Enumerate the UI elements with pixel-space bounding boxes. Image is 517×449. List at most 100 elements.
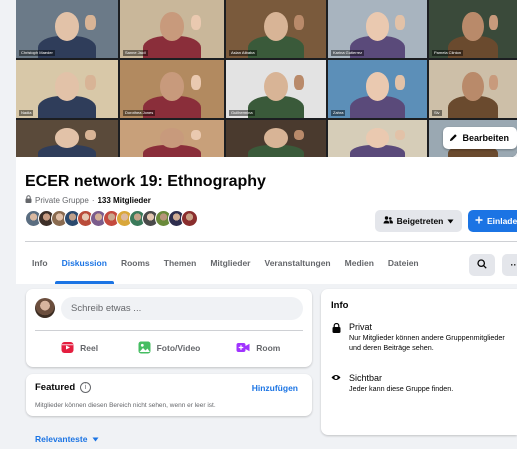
- invite-button[interactable]: Einladen: [468, 210, 517, 232]
- participant-face: [264, 128, 288, 148]
- participant-face: [462, 11, 484, 41]
- photo-icon: [138, 341, 151, 356]
- sort-dropdown[interactable]: Relevanteste: [35, 434, 99, 444]
- avatar[interactable]: [181, 210, 198, 227]
- post-composer: Schreib etwas ... Reel Foto/Video Room: [26, 289, 312, 367]
- reel-button[interactable]: Reel: [35, 334, 124, 362]
- waving-hand: [190, 130, 202, 141]
- photo-video-label: Foto/Video: [156, 343, 201, 353]
- tab-topics[interactable]: Themen: [157, 242, 204, 284]
- waving-hand: [85, 14, 96, 30]
- invite-label: Einladen: [487, 216, 517, 226]
- member-count-link[interactable]: 133 Mitglieder: [97, 196, 150, 205]
- pencil-icon: [449, 133, 458, 144]
- tab-rooms[interactable]: Rooms: [114, 242, 157, 284]
- participant-tile: Aslan Atbaba: [226, 0, 326, 58]
- privacy-description: Nur Mitglieder können andere Gruppenmitg…: [349, 333, 505, 352]
- group-header: ECER network 19: Ethnography Private Gru…: [16, 157, 517, 284]
- room-button[interactable]: Room: [214, 334, 303, 362]
- waving-hand: [294, 74, 304, 90]
- participant-face: [365, 11, 390, 41]
- lock-icon: [331, 322, 341, 352]
- reel-icon: [61, 341, 74, 356]
- waving-hand: [294, 14, 304, 30]
- waving-hand: [395, 130, 406, 141]
- search-button[interactable]: [469, 254, 495, 276]
- participant-name: Aslan Atbaba: [229, 50, 257, 56]
- group-privacy: Private Gruppe: [35, 195, 89, 205]
- avatar[interactable]: [35, 298, 55, 318]
- joined-label: Beigetreten: [396, 216, 444, 226]
- cover-photo: Christoph Maeder Sanne Jacil Aslan Atbaba K…: [16, 0, 517, 157]
- tab-files[interactable]: Dateien: [381, 242, 426, 284]
- photo-video-button[interactable]: Foto/Video: [124, 334, 213, 362]
- caret-down-icon: [92, 434, 99, 444]
- room-label: Room: [256, 343, 281, 353]
- about-title: Info: [331, 300, 349, 311]
- waving-hand: [190, 14, 202, 30]
- edit-cover-button[interactable]: Bearbeiten: [443, 127, 517, 149]
- participant-tile: Nadia: [16, 60, 118, 118]
- participant-name: Dorothea Jones: [123, 110, 156, 116]
- info-icon[interactable]: i: [80, 382, 92, 393]
- member-avatars[interactable]: [25, 210, 198, 227]
- about-card: Info Privat Nur Mitglieder können andere…: [321, 289, 517, 435]
- privacy-heading: Privat: [349, 322, 373, 332]
- more-button[interactable]: ···: [502, 254, 517, 276]
- participant-face: [365, 71, 390, 101]
- privacy-info: Privat Nur Mitglieder können andere Grup…: [331, 322, 511, 352]
- participant-tile: Sanne Jacil: [120, 0, 224, 58]
- eye-icon: [331, 373, 341, 394]
- tab-discussion[interactable]: Diskussion: [54, 242, 115, 284]
- group-meta: Private Gruppe · 133 Mitglieder: [25, 195, 151, 205]
- meta-separator: ·: [91, 195, 95, 205]
- search-icon: [477, 256, 487, 274]
- waving-hand: [190, 74, 202, 90]
- waving-hand: [85, 130, 96, 141]
- featured-heading: Featured i: [35, 382, 92, 393]
- featured-add-button[interactable]: Hinzufügen: [252, 383, 298, 393]
- post-input[interactable]: Schreib etwas ...: [61, 297, 303, 320]
- participant-tile: Guilhermina: [226, 60, 326, 118]
- group-title: ECER network 19: Ethnography: [25, 173, 266, 190]
- visibility-info: Sichtbar Jeder kann diese Gruppe finden.: [331, 373, 511, 394]
- participant-tile: Pamela Clinton: [429, 0, 517, 58]
- composer-actions: Reel Foto/Video Room: [35, 334, 303, 362]
- joined-button[interactable]: Beigetreten: [375, 210, 462, 232]
- waving-hand: [488, 74, 498, 90]
- participant-tile: Christoph Maeder: [16, 0, 118, 58]
- tab-members[interactable]: Mitglieder: [203, 242, 257, 284]
- participant-tile: Siv: [429, 60, 517, 118]
- participant-tile: [226, 120, 326, 157]
- lock-icon: [25, 195, 32, 205]
- participant-face: [462, 71, 484, 101]
- waving-hand: [294, 130, 304, 141]
- participant-name: Zahra: [331, 110, 346, 116]
- participant-face: [365, 128, 390, 148]
- featured-title: Featured: [35, 382, 76, 393]
- reel-label: Reel: [80, 343, 99, 353]
- featured-note: Mitglieder können diesen Bereich nicht s…: [35, 402, 216, 409]
- participant-name: Pamela Clinton: [432, 50, 464, 56]
- tab-events[interactable]: Veranstaltungen: [258, 242, 338, 284]
- participant-tile: [16, 120, 118, 157]
- participant-name: Karina Gutierrez: [331, 50, 365, 56]
- participant-face: [159, 71, 185, 101]
- participant-tile: Dorothea Jones: [120, 60, 224, 118]
- featured-section: Featured i Hinzufügen Mitglieder können …: [26, 374, 312, 416]
- composer-divider: [35, 330, 303, 331]
- people-icon: [383, 216, 393, 226]
- waving-hand: [395, 14, 406, 30]
- participant-name: Nadia: [19, 110, 34, 116]
- caret-down-icon: [447, 216, 454, 226]
- participant-tile: [328, 120, 427, 157]
- waving-hand: [395, 74, 406, 90]
- tab-info[interactable]: Info: [25, 242, 55, 284]
- visibility-description: Jeder kann diese Gruppe finden.: [349, 384, 454, 393]
- waving-hand: [488, 14, 498, 30]
- plus-icon: [475, 216, 483, 226]
- tab-media[interactable]: Medien: [338, 242, 381, 284]
- participant-face: [159, 11, 185, 41]
- participant-face: [54, 128, 80, 148]
- participant-face: [264, 71, 288, 101]
